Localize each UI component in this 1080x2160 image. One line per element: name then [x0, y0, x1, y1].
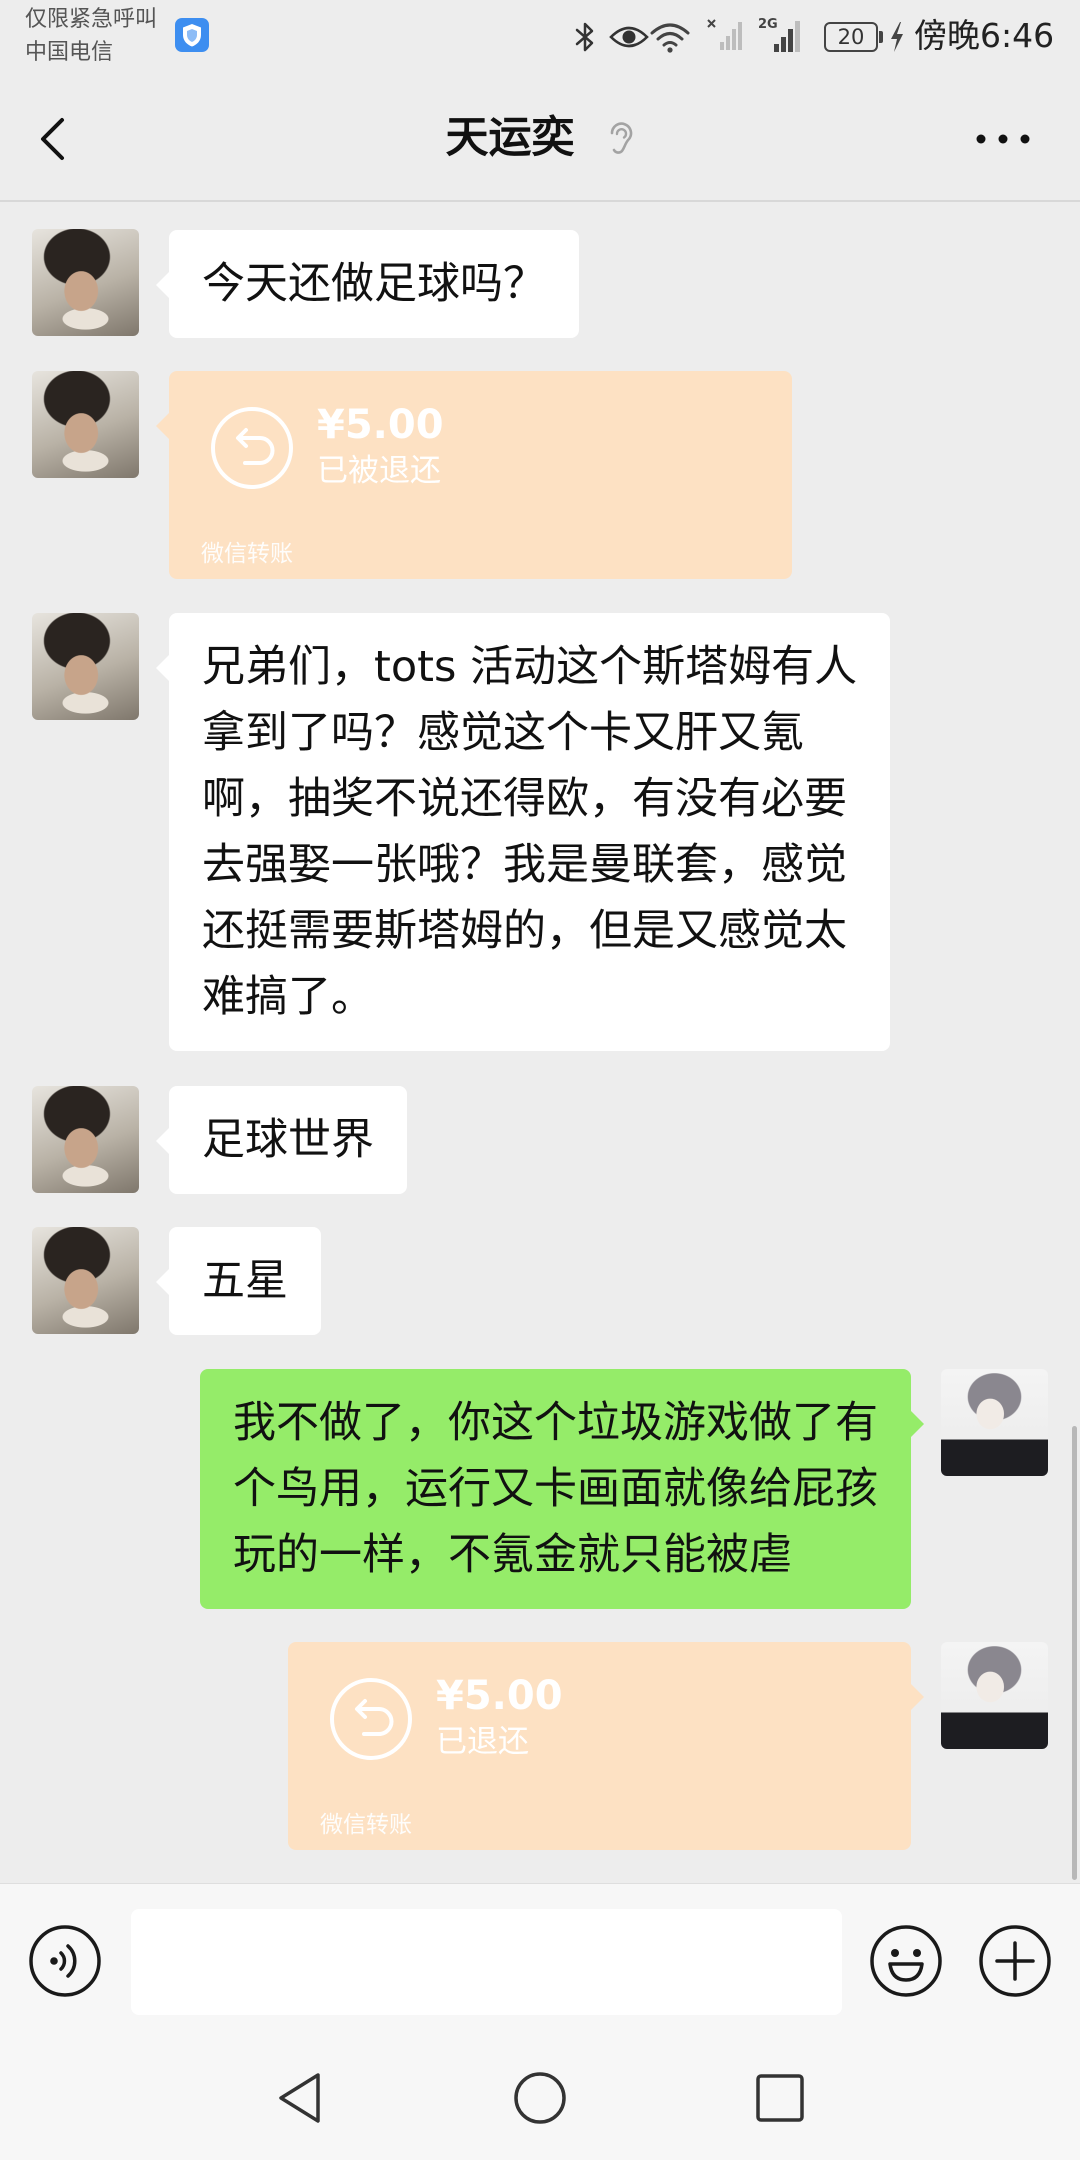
contact-avatar[interactable]: [32, 1227, 139, 1334]
system-nav-bar: [0, 2039, 1080, 2160]
status-bar: 仅限紧急呼叫 中国电信 2G 20 傍晚6:46: [0, 0, 1080, 76]
incoming-text-bubble[interactable]: 足球世界: [156, 1086, 407, 1194]
incoming-transfer-card[interactable]: ¥5.00 已被退还 微信转账: [156, 371, 792, 579]
chat-title[interactable]: 天运奕: [446, 110, 575, 166]
transfer-amount: ¥5.00: [436, 1673, 563, 1719]
emergency-only-text: 仅限紧急呼叫: [25, 7, 158, 32]
ear-icon: [605, 118, 635, 158]
contact-avatar[interactable]: [32, 1086, 139, 1193]
charging-icon: [889, 20, 905, 54]
voice-input-icon[interactable]: [27, 1923, 103, 1999]
my-avatar[interactable]: [941, 1369, 1048, 1476]
outgoing-text-bubble[interactable]: 我不做了，你这个垃圾游戏做了有 个鸟用，运行又卡画面就像给屁孩 玩的一样，不氪金…: [200, 1369, 924, 1609]
transfer-status: 已退还: [436, 1724, 529, 1760]
title-group: 天运奕: [0, 76, 1080, 200]
contact-avatar[interactable]: [32, 371, 139, 478]
bluetooth-icon: [574, 20, 596, 54]
emoji-icon[interactable]: [868, 1923, 944, 1999]
signal-no-sim-icon: [706, 18, 746, 52]
incoming-text-bubble[interactable]: 今天还做足球吗？: [156, 230, 579, 338]
battery-level: 20: [837, 25, 865, 49]
clock-time: 傍晚6:46: [914, 16, 1055, 55]
input-bar: [0, 1883, 1080, 2039]
chat-scrollbar[interactable]: [1072, 1426, 1077, 1880]
transfer-label: 微信转账: [320, 1812, 412, 1838]
signal-icon: 2G: [758, 16, 810, 54]
outgoing-transfer-card[interactable]: ¥5.00 已退还 微信转账: [288, 1642, 924, 1850]
incoming-text-bubble[interactable]: 五星: [156, 1227, 321, 1335]
eye-icon: [609, 24, 649, 50]
chat-header: 天运奕: [0, 76, 1080, 200]
incoming-text-bubble[interactable]: 兄弟们，tots 活动这个斯塔姆有人 拿到了吗？感觉这个卡又肝又氪 啊，抽奖不说…: [155, 613, 891, 1051]
nav-home-icon[interactable]: [510, 2068, 570, 2128]
nav-recents-icon[interactable]: [750, 2068, 810, 2128]
my-avatar[interactable]: [941, 1642, 1048, 1749]
contact-avatar[interactable]: [32, 613, 139, 720]
wifi-icon: [648, 20, 692, 54]
nav-back-icon[interactable]: [272, 2068, 328, 2128]
more-dots-icon[interactable]: [972, 131, 1034, 145]
wechat-chat-screen: 仅限紧急呼叫 中国电信 2G 20 傍晚6:46 天运奕 今天还做足球吗？ ¥5…: [0, 0, 1080, 2160]
plus-icon[interactable]: [977, 1923, 1053, 1999]
header-divider: [0, 200, 1080, 202]
return-arrow-icon: [328, 1676, 414, 1762]
contact-avatar[interactable]: [32, 229, 139, 336]
transfer-status: 已被退还: [317, 453, 441, 489]
carrier-name: 中国电信: [25, 40, 114, 65]
battery-icon: 20: [824, 22, 878, 52]
message-input[interactable]: [131, 1909, 842, 2015]
transfer-amount: ¥5.00: [317, 402, 444, 448]
shield-icon: [175, 18, 209, 52]
transfer-label: 微信转账: [201, 541, 293, 567]
battery-nub: [879, 31, 883, 43]
network-type-label: 2G: [758, 17, 778, 32]
return-arrow-icon: [209, 405, 295, 491]
